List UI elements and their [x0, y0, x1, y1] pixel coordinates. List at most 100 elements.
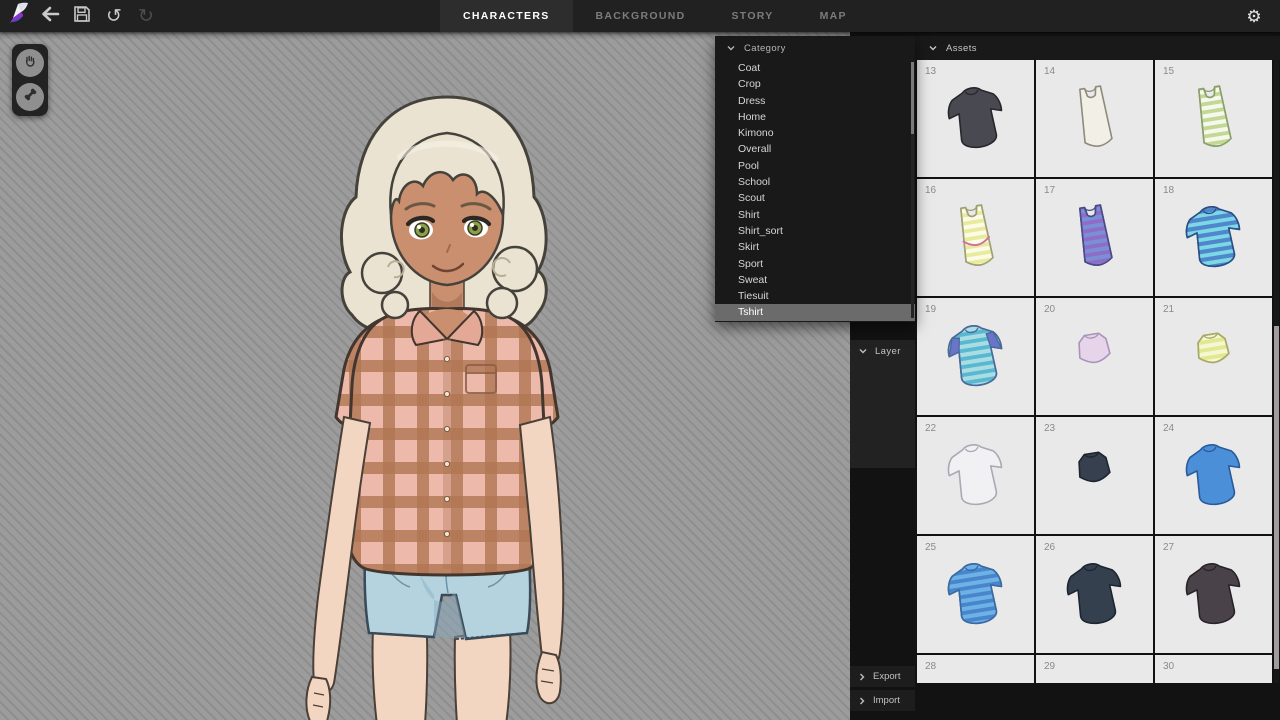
asset-item-22[interactable]: 22: [917, 417, 1034, 534]
tshirt-thumbnail-icon: [936, 554, 1016, 639]
import-button-label: Import: [873, 695, 900, 706]
category-panel-header[interactable]: Category: [715, 36, 915, 60]
tab-background[interactable]: BACKGROUND: [573, 0, 709, 32]
asset-item-number: 26: [1044, 542, 1055, 553]
bra-thumbnail-icon: [1055, 435, 1135, 520]
tab-map[interactable]: MAP: [797, 0, 870, 32]
gear-icon: ⚙: [1246, 8, 1261, 25]
hand-icon: [23, 54, 37, 73]
assets-scrollbar-thumb[interactable]: [1274, 326, 1279, 669]
category-scrollbar[interactable]: [911, 62, 914, 318]
category-item-shirt[interactable]: Shirt: [715, 207, 915, 223]
settings-button[interactable]: ⚙: [1238, 0, 1270, 32]
asset-item-16[interactable]: 16: [917, 179, 1034, 296]
character-preview: [270, 77, 610, 720]
canvas-tool-palette: [12, 44, 48, 116]
asset-item-number: 27: [1163, 542, 1174, 553]
layer-panel-header[interactable]: Layer: [850, 340, 915, 362]
category-item-shirt_sort[interactable]: Shirt_sort: [715, 223, 915, 239]
category-item-scout[interactable]: Scout: [715, 190, 915, 206]
asset-item-26[interactable]: 26: [1036, 536, 1153, 653]
asset-item-number: 28: [925, 661, 936, 672]
assets-panel: Assets 1314 15 16 17 18 19 20 21 222324 25 26 27 28 2…: [915, 36, 1280, 720]
category-item-tshirt[interactable]: Tshirt: [715, 304, 915, 320]
redo-button[interactable]: ↻: [130, 0, 162, 32]
quill-icon: [4, 1, 30, 32]
bra-thumbnail-icon: [1055, 316, 1135, 401]
category-item-sweat[interactable]: Sweat: [715, 272, 915, 288]
hand-tool-button[interactable]: [16, 49, 44, 77]
app-logo[interactable]: [0, 0, 34, 32]
asset-item-17[interactable]: 17: [1036, 179, 1153, 296]
bra-thumbnail-icon: [1174, 316, 1254, 401]
asset-item-14[interactable]: 14: [1036, 60, 1153, 177]
category-item-school[interactable]: School: [715, 174, 915, 190]
asset-item-27[interactable]: 27: [1155, 536, 1272, 653]
category-item-home[interactable]: Home: [715, 109, 915, 125]
tshirt-thumbnail-icon: [1055, 554, 1135, 639]
asset-item-number: 18: [1163, 185, 1174, 196]
category-panel: Category CoatCropDressHomeKimonoOverallP…: [715, 36, 915, 322]
save-button[interactable]: [66, 0, 98, 32]
import-button[interactable]: Import: [850, 690, 915, 711]
tshirt-thumbnail-icon: [936, 316, 1016, 401]
asset-item-25[interactable]: 25: [917, 536, 1034, 653]
category-item-crop[interactable]: Crop: [715, 76, 915, 92]
tank-thumbnail-icon: [936, 197, 1016, 282]
app-window: ↺ ↻ CHARACTERSBACKGROUNDSTORYMAP ⚙: [0, 0, 1280, 720]
chevron-down-icon: [859, 348, 867, 354]
category-item-skirt[interactable]: Skirt: [715, 239, 915, 255]
tshirt-thumbnail-icon: [1174, 435, 1254, 520]
chevron-right-icon: [859, 697, 865, 705]
tab-story[interactable]: STORY: [709, 0, 797, 32]
asset-item-number: 29: [1044, 661, 1055, 672]
category-item-dress[interactable]: Dress: [715, 93, 915, 109]
asset-item-18[interactable]: 18: [1155, 179, 1272, 296]
category-item-kimono[interactable]: Kimono: [715, 125, 915, 141]
assets-scrollbar[interactable]: [1274, 60, 1279, 683]
asset-item-19[interactable]: 19: [917, 298, 1034, 415]
asset-item-number: 21: [1163, 304, 1174, 315]
asset-item-29[interactable]: 29: [1036, 655, 1153, 683]
category-item-tiesuit[interactable]: Tiesuit: [715, 288, 915, 304]
tshirt-thumbnail-icon: [1174, 197, 1254, 282]
asset-item-20[interactable]: 20: [1036, 298, 1153, 415]
assets-panel-header[interactable]: Assets: [915, 36, 1280, 60]
main-tabs: CHARACTERSBACKGROUNDSTORYMAP: [440, 0, 870, 32]
asset-item-number: 20: [1044, 304, 1055, 315]
assets-grid: 1314 15 16 17 18 19 20 21 222324 25 26 27 28 29 30: [917, 60, 1272, 683]
asset-item-13[interactable]: 13: [917, 60, 1034, 177]
asset-item-23[interactable]: 23: [1036, 417, 1153, 534]
asset-item-24[interactable]: 24: [1155, 417, 1272, 534]
asset-item-30[interactable]: 30: [1155, 655, 1272, 683]
chevron-right-icon: [859, 673, 865, 681]
category-item-coat[interactable]: Coat: [715, 60, 915, 76]
asset-item-15[interactable]: 15: [1155, 60, 1272, 177]
layer-panel-title: Layer: [875, 346, 901, 357]
redo-arrow-icon: ↻: [138, 7, 154, 26]
tab-characters[interactable]: CHARACTERS: [440, 0, 573, 32]
category-list: CoatCropDressHomeKimonoOverallPoolSchool…: [715, 60, 915, 321]
assets-panel-title: Assets: [946, 43, 977, 54]
top-toolbar: ↺ ↻ CHARACTERSBACKGROUNDSTORYMAP ⚙: [0, 0, 1280, 32]
undo-button[interactable]: ↺: [98, 0, 130, 32]
tshirt-thumbnail-icon: [936, 78, 1016, 163]
asset-item-number: 17: [1044, 185, 1055, 196]
category-item-overall[interactable]: Overall: [715, 141, 915, 157]
undo-arrow-icon: ↺: [106, 7, 122, 26]
asset-item-28[interactable]: 28: [917, 655, 1034, 683]
bone-icon: [23, 87, 38, 107]
asset-item-number: 15: [1163, 66, 1174, 77]
floppy-disk-icon: [73, 5, 91, 28]
category-panel-title: Category: [744, 43, 786, 54]
back-button[interactable]: [34, 0, 66, 32]
bone-tool-button[interactable]: [16, 83, 44, 111]
chevron-down-icon: [727, 45, 735, 51]
category-item-pool[interactable]: Pool: [715, 158, 915, 174]
asset-item-number: 30: [1163, 661, 1174, 672]
asset-item-number: 19: [925, 304, 936, 315]
category-scrollbar-thumb[interactable]: [911, 62, 914, 134]
asset-item-21[interactable]: 21: [1155, 298, 1272, 415]
category-item-sport[interactable]: Sport: [715, 256, 915, 272]
export-button[interactable]: Export: [850, 666, 915, 687]
